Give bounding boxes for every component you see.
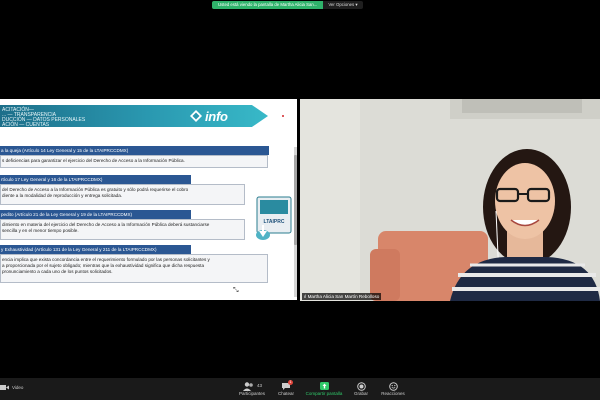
reactions-icon (388, 381, 398, 391)
chevron-down-icon: ▾ (355, 2, 358, 7)
slide-scrollbar[interactable] (294, 147, 297, 297)
section-line: diente a la modalidad de reproducción y … (2, 193, 123, 198)
participant-video-image (300, 99, 600, 301)
participants-count: 43 (256, 383, 262, 388)
section-header: pedito (Artículo 21 de la Ley General y … (0, 210, 191, 219)
section-header: a la queja (Artículo 14 Ley General y 15… (0, 146, 269, 155)
section-line: s deficiencias para garantizar el ejerci… (2, 158, 185, 163)
share-screen-label: Compartir pantalla (305, 391, 343, 396)
mic-icon: ıl (304, 294, 307, 299)
slide-heading: ACITACIÓN— ... — TRANSPARENCIA DUCCIÓN —… (2, 108, 85, 128)
participant-video[interactable] (300, 99, 600, 301)
red-dot-icon (282, 115, 284, 117)
sharing-status: Usted está viendo la pantalla de Martha … (212, 1, 324, 9)
share-screen-icon (319, 382, 329, 390)
section-body: del Derecho de Acceso a la Información P… (0, 184, 245, 205)
chat-badge: 1 (288, 380, 293, 385)
chat-label: Chatear (277, 391, 294, 396)
video-label: Video (12, 384, 24, 390)
participants-icon (242, 381, 253, 391)
info-logo-text: info (205, 108, 228, 124)
section-body: encia implica que exista concordancia en… (0, 254, 268, 283)
view-options-button[interactable]: Ver Opciones ▾ (323, 1, 363, 9)
participant-name: Martha Alicia San Martín Rebolloso (307, 294, 380, 299)
video-camera-icon (0, 385, 9, 390)
heading-line: ACIÓN — CUENTAS (2, 122, 50, 128)
record-icon (356, 381, 366, 391)
section-line: pronunciamiento a cada uno de los puntos… (2, 269, 113, 274)
sharing-banner: Usted está viendo la pantalla de Martha … (212, 0, 363, 10)
section-header: rtículo 17 Ley General y 16 de la LTAIPR… (0, 175, 191, 184)
section-body: s deficiencias para garantizar el ejerci… (0, 155, 268, 168)
section-body: dimiento en materia del ejercicio del De… (0, 219, 245, 240)
info-emblem-icon (190, 110, 202, 122)
mouse-cursor-icon: ⤡ (233, 287, 239, 294)
chat-button[interactable]: 1 Chatear (266, 380, 306, 397)
badge-label: LTAIPRC (264, 219, 285, 225)
info-logo: info (189, 108, 228, 124)
section-header: y Exhaustividad (Artículo 131 de la Ley … (0, 245, 191, 254)
view-options-label: Ver Opciones (328, 2, 355, 7)
reactions-button[interactable]: Reacciones (373, 381, 413, 397)
shared-screen: ACITACIÓN— ... — TRANSPARENCIA DUCCIÓN —… (0, 99, 297, 300)
participant-name-label: ıl Martha Alicia San Martín Rebolloso (302, 293, 382, 300)
reactions-label: Reacciones (381, 391, 405, 396)
share-screen-button[interactable]: Compartir pantalla (304, 381, 344, 397)
scrollbar-thumb[interactable] (294, 155, 297, 245)
video-control[interactable]: Video (0, 384, 23, 391)
section-line: sencilla y en el menor tiempo posible. (2, 228, 79, 233)
ltaiprc-badge: LTAIPRC (256, 196, 292, 240)
